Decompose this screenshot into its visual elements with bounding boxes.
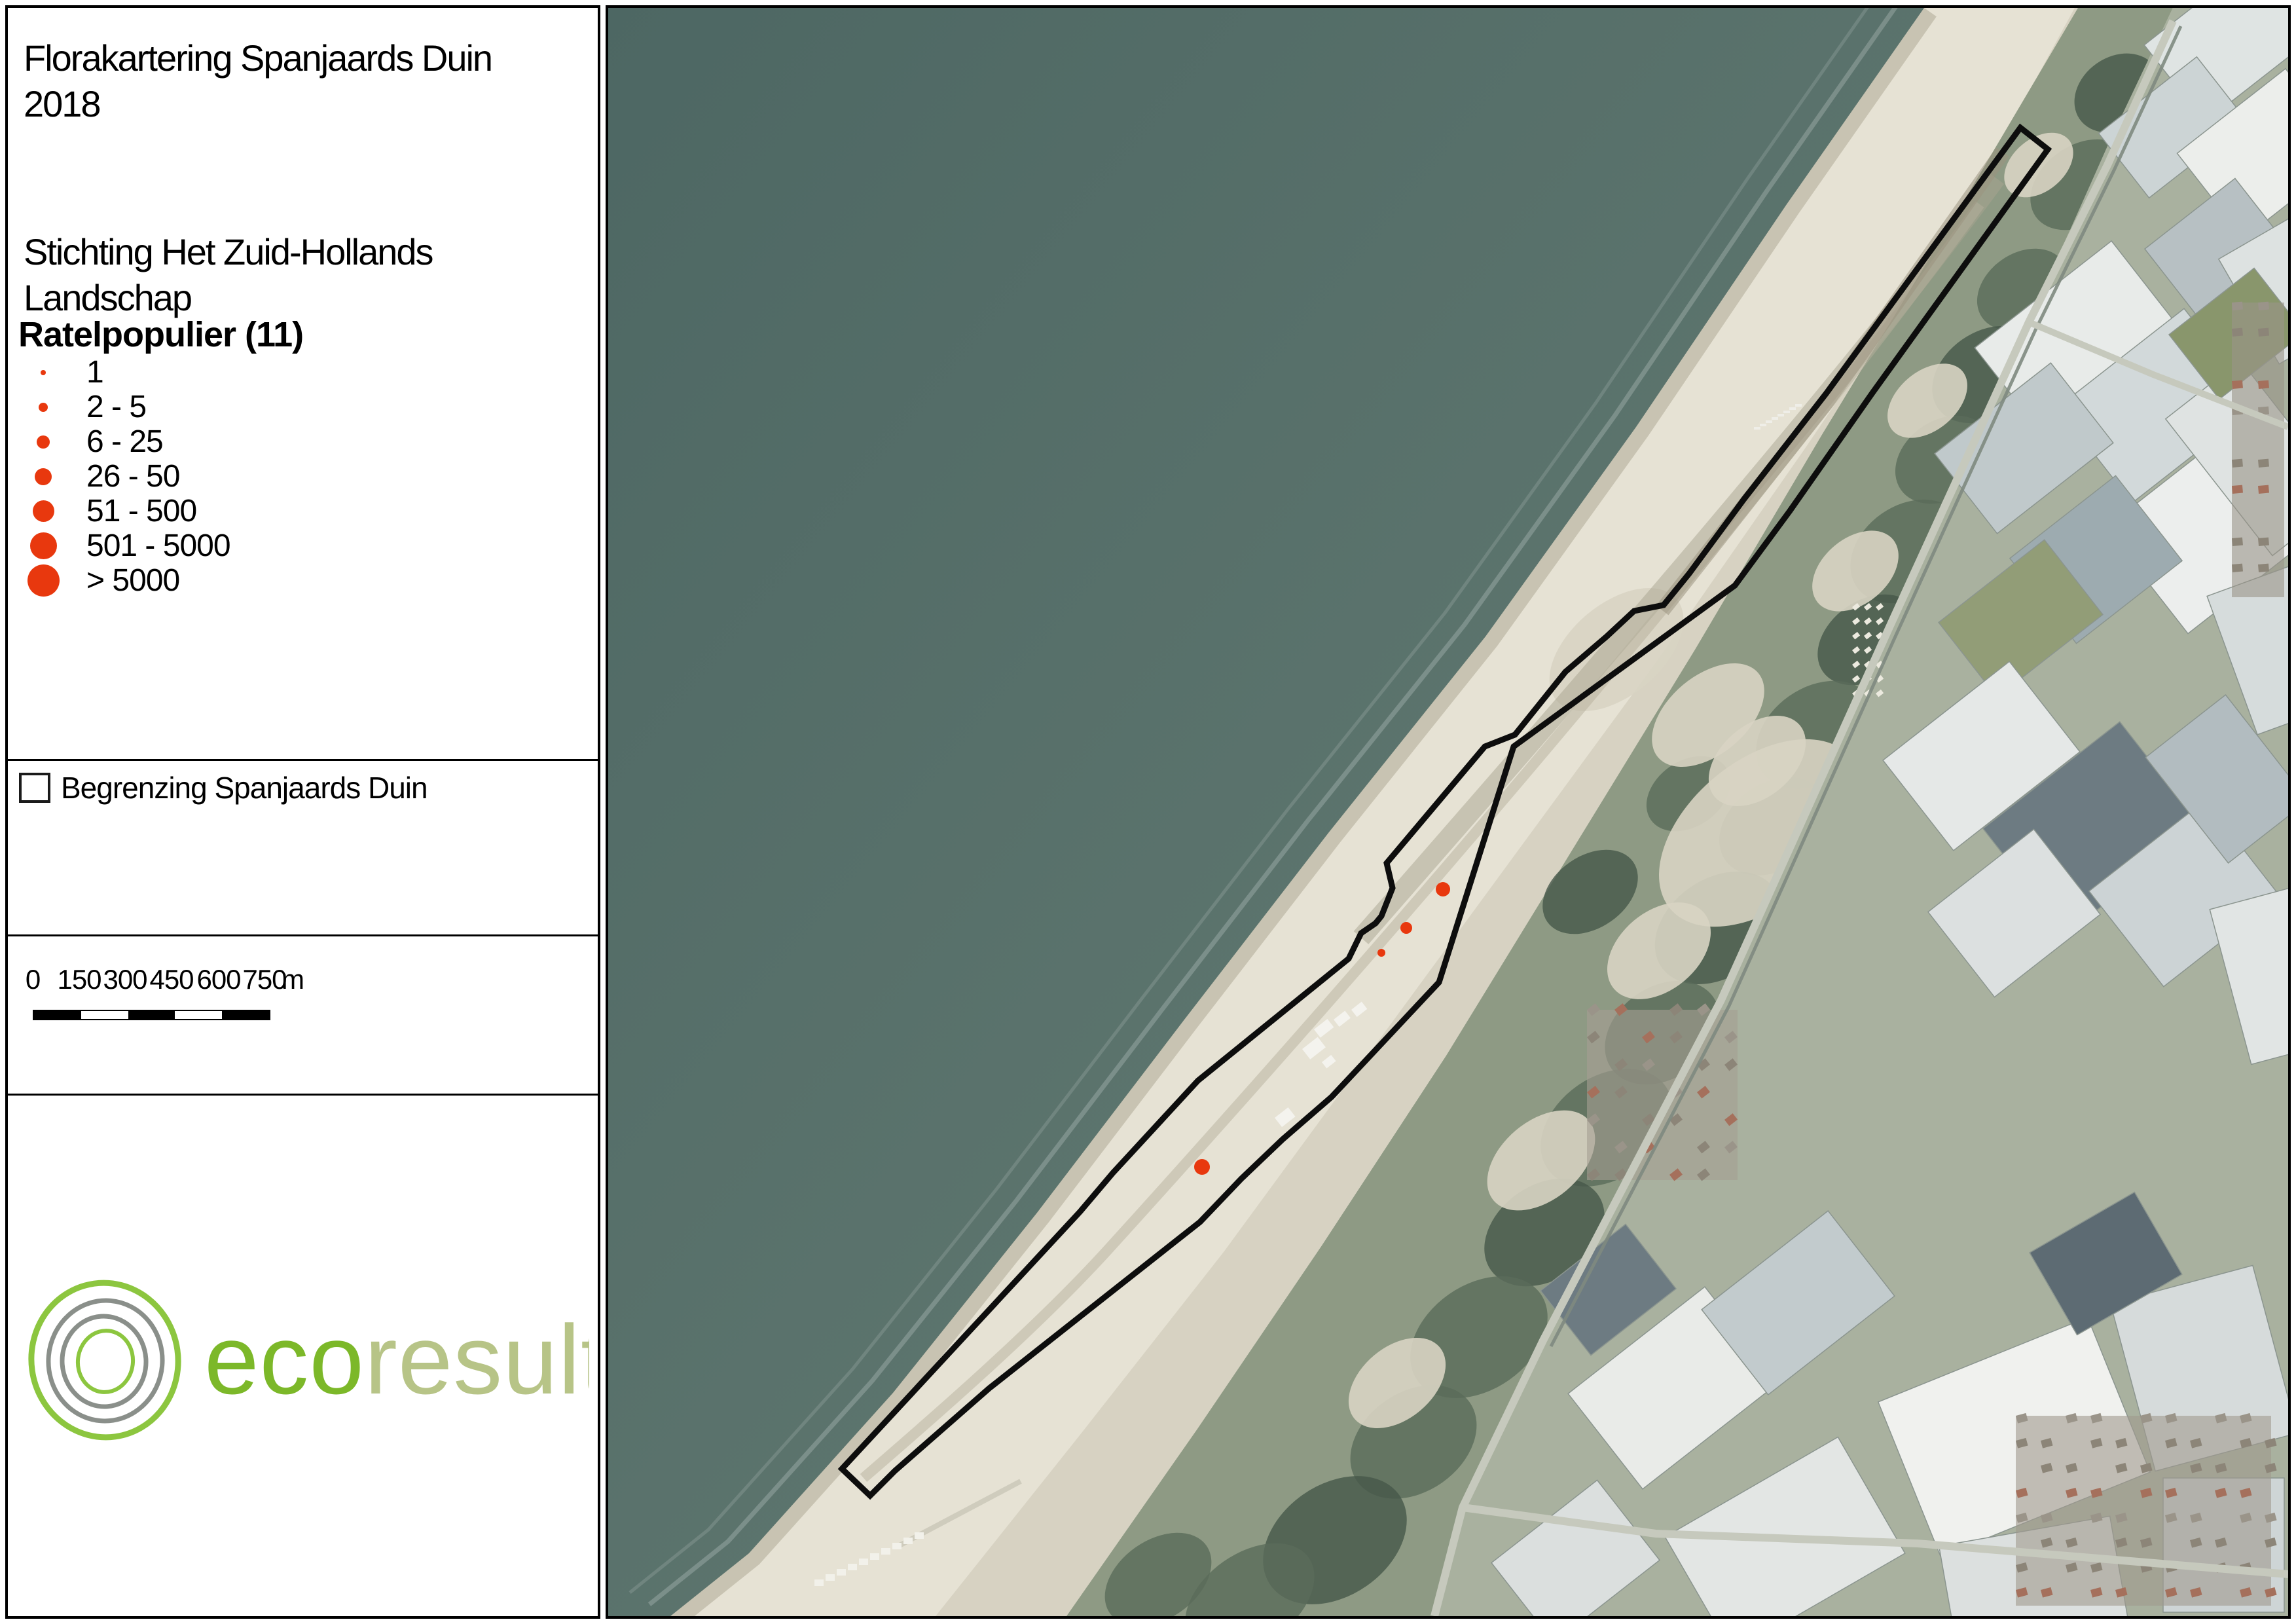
scalebar-bar — [33, 1010, 270, 1020]
legend-class-list: 12 - 56 - 2526 - 5051 - 500501 - 5000> 5… — [18, 355, 477, 598]
logo-rings-icon — [22, 1274, 189, 1447]
legend-class-row: 501 - 5000 — [18, 528, 477, 563]
scalebar-tick-label: 300 — [103, 964, 147, 995]
boundary-legend-label: Begrenzing Spanjaards Duin — [61, 770, 428, 805]
organization-name: Stichting Het Zuid-Hollands Landschap — [24, 229, 574, 321]
map-title: Florakartering Spanjaards Duin 2018 — [24, 35, 574, 127]
scalebar-segment — [222, 1011, 269, 1019]
logo-word-result: result — [365, 1304, 589, 1414]
scalebar-tick-label: 0 — [26, 964, 40, 995]
legend-class-label: > 5000 — [86, 563, 179, 599]
scalebar-tick-label: 600 — [196, 964, 240, 995]
scalebar-tick-label: 450 — [149, 964, 193, 995]
legend-class-row: > 5000 — [18, 563, 477, 598]
scalebar-unit-label: m — [282, 964, 304, 995]
legend-dot-icon — [18, 370, 68, 375]
legend-class-label: 6 - 25 — [86, 424, 163, 460]
legend-title: Ratelpopulier (11) — [18, 314, 516, 355]
panel-divider — [8, 759, 598, 761]
legend-class-row: 6 - 25 — [18, 424, 477, 459]
legend-class-label: 2 - 5 — [86, 389, 146, 425]
legend-class-row: 2 - 5 — [18, 390, 477, 424]
map-frame — [606, 5, 2291, 1619]
scalebar-tick-label: 750 — [242, 964, 286, 995]
ratelpopulier-observation-dot — [1377, 949, 1385, 957]
legend-class-row: 1 — [18, 355, 477, 390]
legend-dot-icon — [18, 564, 68, 597]
scalebar-segment — [34, 1011, 81, 1019]
scalebar-segment — [175, 1011, 222, 1019]
aerial-map-canvas — [608, 8, 2288, 1616]
legend-class-row: 51 - 500 — [18, 494, 477, 528]
scalebar-segment — [128, 1011, 175, 1019]
legend-class-label: 1 — [86, 354, 103, 390]
boundary-swatch-icon — [19, 773, 50, 803]
organization-line1: Stichting Het Zuid-Hollands — [24, 229, 574, 275]
boundary-legend-row: Begrenzing Spanjaards Duin — [19, 770, 428, 805]
panel-divider — [8, 1094, 598, 1096]
legend-class-row: 26 - 50 — [18, 459, 477, 494]
page-root: Florakartering Spanjaards Duin 2018 Stic… — [0, 0, 2296, 1624]
map-legend-panel: Florakartering Spanjaards Duin 2018 Stic… — [5, 5, 600, 1619]
ratelpopulier-observation-dot — [1436, 882, 1450, 896]
map-title-line2: 2018 — [24, 81, 574, 127]
ecoresult-logo: ecoresult — [13, 1265, 589, 1462]
map-title-line1: Florakartering Spanjaards Duin — [24, 35, 574, 81]
legend-dot-icon — [18, 468, 68, 485]
legend-dot-icon — [18, 532, 68, 559]
ratelpopulier-observation-dot — [1400, 922, 1412, 934]
legend-class-label: 501 - 5000 — [86, 528, 230, 564]
legend-dot-icon — [18, 500, 68, 522]
legend-dot-icon — [18, 403, 68, 412]
scalebar-segment — [81, 1011, 128, 1019]
ratelpopulier-observation-dot — [1194, 1159, 1210, 1175]
legend-dot-icon — [18, 435, 68, 449]
scalebar-tick-label: 150 — [57, 964, 101, 995]
svg-text:ecoresult: ecoresult — [204, 1304, 589, 1414]
legend-class-label: 51 - 500 — [86, 493, 196, 529]
legend-class-label: 26 - 50 — [86, 458, 179, 494]
logo-word-eco: eco — [204, 1304, 365, 1414]
panel-divider — [8, 934, 598, 936]
scalebar: 0 150300450600750 m — [8, 964, 348, 1043]
